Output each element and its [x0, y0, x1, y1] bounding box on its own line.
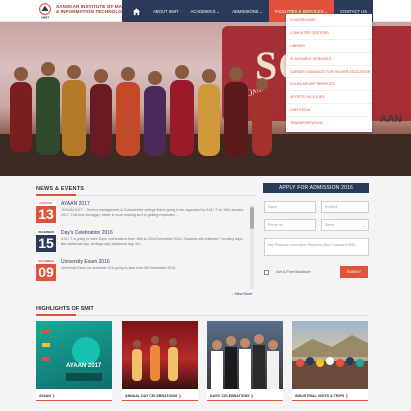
ayaan-poster-text: AYAAN 2017 — [66, 363, 102, 369]
dropdown-item-placement[interactable]: PLACEMENT SERVICES — [286, 53, 372, 66]
dropdown-item-computer-centers[interactable]: COMPUTER CENTERS — [286, 27, 372, 40]
days-celebrations-image — [207, 321, 283, 389]
dropdown-item-sports[interactable]: SPORTS FACILITIES — [286, 91, 372, 105]
nav-admissions[interactable]: ADMISSIONS ⌄ — [226, 0, 269, 22]
arrow-right-icon: ❯ — [52, 394, 56, 398]
facilities-dropdown: CLASSROOMS COMPUTER CENTERS LIBRARY PLAC… — [286, 14, 372, 132]
highlight-card-days-celebrations[interactable]: DAYS' CELEBRATIONS ❯ — [207, 321, 283, 403]
annual-day-image — [122, 321, 198, 389]
news-body: S.M.I.T is going to have Days' celebrati… — [61, 237, 243, 246]
dropdown-item-classrooms[interactable]: CLASSROOMS — [286, 14, 372, 27]
view-more-link[interactable]: - View More — [232, 292, 252, 296]
card-caption-text: DAYS' CELEBRATIONS — [210, 394, 250, 398]
arrow-right-icon: ❯ — [250, 394, 254, 398]
date-day: 15 — [38, 235, 54, 251]
highlights-divider — [36, 315, 368, 316]
news-item[interactable]: JANUARY 13 AYAAN 2017 "AYAAN 2017" - Tec… — [36, 199, 248, 228]
arrow-right-icon: ❯ — [345, 394, 349, 398]
date-badge: JANUARY 13 — [36, 201, 56, 223]
card-caption: INDUSTRIAL VISITS & TRIPS ❯ — [292, 391, 368, 401]
highlight-card-industrial-visits[interactable]: INDUSTRIAL VISITS & TRIPS ❯ — [292, 321, 368, 403]
submit-button[interactable]: SUBMIT — [340, 266, 368, 278]
days-celebrations-graphic — [211, 334, 279, 389]
arrow-right-icon: ❯ — [178, 394, 182, 398]
card-caption-text: ANNUAL DAY CELEBRATIONS — [125, 394, 178, 398]
name-field[interactable]: Name — [264, 201, 316, 213]
news-heading[interactable]: AYAAN 2017 — [61, 201, 90, 207]
news-item[interactable]: NOVEMBER 09 University Exam 2016 Univers… — [36, 257, 248, 286]
news-divider-accent — [36, 194, 76, 196]
news-section-title: NEWS & EVENTS — [36, 186, 85, 192]
home-icon — [132, 7, 141, 15]
news-list: JANUARY 13 AYAAN 2017 "AYAAN 2017" - Tec… — [36, 199, 248, 287]
highlight-card-annual-day[interactable]: ANNUAL DAY CELEBRATIONS ❯ — [122, 321, 198, 403]
news-scrollbar-thumb[interactable] — [250, 207, 254, 229]
date-badge: DECEMBER 15 — [36, 230, 56, 252]
brochure-checkbox[interactable] — [264, 270, 269, 275]
course-select[interactable]: Select ⌄ — [321, 219, 369, 231]
highlights-divider-accent — [36, 314, 76, 316]
card-caption-text: INDUSTRIAL VISITS & TRIPS — [295, 394, 345, 398]
svg-text:SIMIT: SIMIT — [41, 16, 49, 20]
industrial-visits-graphic — [292, 335, 368, 389]
highlight-card-ayaan[interactable]: AYAAN 2017 AYAAN ❯ — [36, 321, 112, 403]
date-day: 13 — [38, 206, 54, 222]
news-body: University Exam for semester III is goin… — [61, 266, 176, 270]
dropdown-item-career-guidance[interactable]: CAREER GUIDANCE FOR HIGHER EDUCATION — [286, 66, 372, 79]
page: SIMIT SANSKAR INSTITUTE OF MANAGEMENT & … — [0, 0, 411, 411]
nav-academics[interactable]: ACADEMICS ⌄ — [185, 0, 227, 22]
dropdown-item-scholarship[interactable]: SCHOLARSHIP SERVICES — [286, 78, 372, 92]
chevron-down-icon: ⌄ — [362, 223, 366, 228]
dropdown-item-cafeteria[interactable]: CAFETERIA — [286, 104, 372, 118]
ayaan-poster-image: AYAAN 2017 — [36, 321, 112, 389]
card-caption: ANNUAL DAY CELEBRATIONS ❯ — [122, 391, 198, 401]
highlights-section-title: HIGHLIGHTS OF SMIT — [36, 306, 94, 312]
news-heading[interactable]: University Exam 2016 — [61, 259, 110, 265]
date-day: 09 — [38, 264, 54, 280]
news-item[interactable]: DECEMBER 15 Day's Celebration 2016 S.M.I… — [36, 228, 248, 257]
card-caption-text: AYAAN — [39, 394, 52, 398]
news-heading[interactable]: Day's Celebration 2016 — [61, 230, 113, 236]
query-textarea[interactable]: Any Particular Information Required (Max… — [264, 238, 369, 256]
phone-field[interactable]: Phone No. — [264, 219, 316, 231]
brochure-label: Get A Free Brochure — [276, 270, 311, 274]
institute-logo[interactable]: SIMIT — [36, 2, 54, 20]
dropdown-item-transportation[interactable]: TRANSPORTATION — [286, 117, 372, 131]
industrial-visits-image — [292, 321, 368, 389]
email-field[interactable]: Email Id — [321, 201, 369, 213]
nav-home[interactable] — [126, 0, 147, 22]
admission-form-title: APPLY FOR ADMISSION 2016 — [263, 183, 369, 193]
card-caption: DAYS' CELEBRATIONS ❯ — [207, 391, 283, 401]
news-body: "AYAAN 2017" - Techno management & Cultu… — [61, 208, 244, 217]
ayaan-poster-graphic: AYAAN 2017 — [42, 329, 102, 381]
nav-about[interactable]: ABOUT SMIT — [147, 0, 185, 22]
date-badge: NOVEMBER 09 — [36, 259, 56, 281]
card-caption: AYAAN ❯ — [36, 391, 112, 401]
annual-day-graphic — [132, 336, 178, 381]
course-select-value: Select — [325, 223, 335, 227]
dropdown-item-library[interactable]: LIBRARY — [286, 40, 372, 53]
